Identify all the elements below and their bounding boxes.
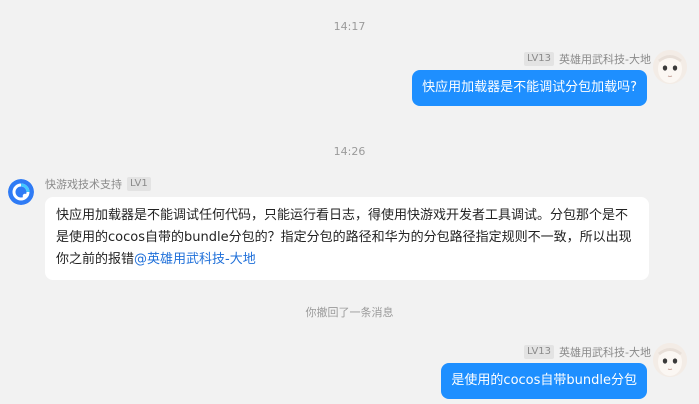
message-bubble-outgoing[interactable]: 快应用加载器是不能调试分包加载吗? bbox=[412, 70, 647, 106]
support-avatar[interactable] bbox=[8, 179, 34, 205]
timestamp: 14:17 bbox=[333, 20, 366, 33]
sender-info: 快游戏技术支持 LV1 bbox=[45, 176, 156, 192]
quickgame-logo-icon bbox=[8, 179, 34, 205]
recall-notice: 你撤回了一条消息 bbox=[305, 306, 394, 319]
user-avatar-icon bbox=[653, 50, 687, 84]
sender-name: 英雄用武科技-大地 bbox=[559, 53, 651, 66]
user-avatar-icon bbox=[653, 343, 687, 377]
level-badge: LV13 bbox=[523, 52, 555, 66]
sender-name: 快游戏技术支持 bbox=[45, 178, 122, 191]
sender-name: 英雄用武科技-大地 bbox=[559, 346, 651, 359]
timestamp: 14:26 bbox=[333, 145, 366, 158]
user-avatar[interactable] bbox=[653, 343, 687, 377]
mention-link[interactable]: @英雄用武科技-大地 bbox=[134, 252, 256, 267]
message-bubble-outgoing[interactable]: 是使用的cocos自带bundle分包 bbox=[441, 363, 647, 399]
level-badge: LV13 bbox=[523, 345, 555, 359]
message-text: 是使用的cocos自带bundle分包 bbox=[451, 373, 637, 388]
sender-info: LV13 英雄用武科技-大地 bbox=[519, 344, 651, 360]
sender-info: LV13 英雄用武科技-大地 bbox=[519, 51, 651, 67]
message-bubble-incoming[interactable]: 快应用加载器是不能调试任何代码，只能运行看日志，得使用快游戏开发者工具调试。分包… bbox=[45, 197, 649, 280]
message-text: 快应用加载器是不能调试分包加载吗? bbox=[422, 80, 637, 95]
user-avatar[interactable] bbox=[653, 50, 687, 84]
level-badge: LV1 bbox=[127, 177, 151, 191]
